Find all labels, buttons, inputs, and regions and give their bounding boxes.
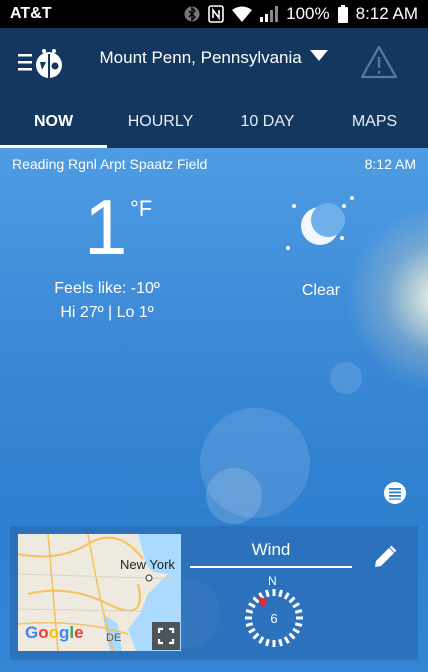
hi-lo: Hi 27º | Lo 1º [60,304,154,321]
lens-flare [330,362,362,394]
tab-maps[interactable]: MAPS [321,96,428,148]
moon-icon [284,196,360,256]
tab-hourly[interactable]: HOURLY [107,96,214,148]
expand-map-button[interactable] [152,622,180,650]
station-name: Reading Rgnl Arpt Spaatz Field [12,156,208,172]
tab-10-day[interactable]: 10 DAY [214,96,321,148]
location-name[interactable]: Mount Penn, Pennsylvania [100,48,302,67]
nfc-icon [208,5,224,23]
status-icons: 100% 8:12 AM [184,4,418,24]
warning-triangle-icon [360,45,398,79]
wifi-icon [232,6,253,22]
battery-icon [337,5,348,23]
carrier-label: AT&T [10,5,52,22]
menu-button[interactable] [16,42,64,82]
menu-ladybug-icon [18,49,62,78]
temperature-value: 1 [84,183,128,271]
condition-text: Clear [301,282,341,299]
lens-flare [206,468,262,524]
dropdown-arrow-icon[interactable] [310,50,329,62]
wind-speed: 6 [270,610,278,626]
observation-time: 8:12 AM [364,156,416,172]
battery-percent: 100% [286,4,330,23]
pencil-icon [375,545,397,567]
tab-bar: NOW HOURLY 10 DAY MAPS [0,96,428,148]
tab-now[interactable]: NOW [0,96,107,148]
map-state-label: DE [106,632,122,644]
app-header: Mount Penn, Pennsylvania [0,28,428,96]
list-circle-icon [384,482,406,504]
wind-divider [190,566,352,568]
temperature-unit: °F [130,196,153,221]
fullscreen-icon [157,627,175,645]
signal-icon [260,6,279,22]
alert-button[interactable] [360,44,398,80]
radar-wind-card: New York DE Google Wind N 6 [10,526,418,660]
status-bar: AT&T 100% 8:12 AM [0,0,428,28]
radar-map-thumbnail[interactable]: New York DE Google [18,534,181,651]
feels-like: Feels like: -10º [54,280,160,297]
wind-title: Wind [251,540,291,559]
edit-card-button[interactable] [372,544,398,570]
bluetooth-icon [184,5,200,23]
map-city-label: New York [120,557,175,572]
details-list-button[interactable] [383,481,407,505]
current-conditions-panel: Reading Rgnl Arpt Spaatz Field 8:12 AM 1… [0,148,428,672]
clock: 8:12 AM [355,4,418,23]
google-logo: Google [25,623,84,642]
